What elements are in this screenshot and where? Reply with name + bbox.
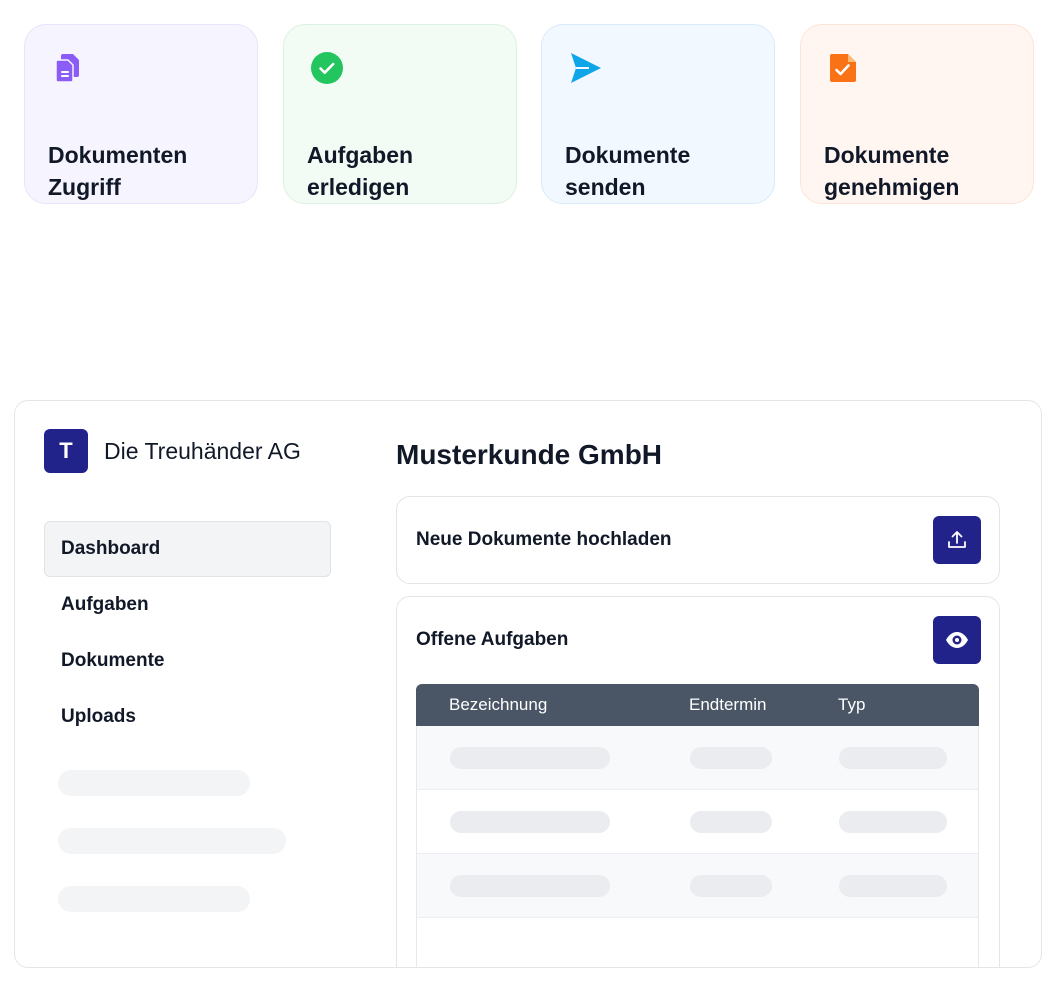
- view-tasks-button[interactable]: [933, 616, 981, 664]
- table-header: Bezeichnung Endtermin Typ: [416, 684, 979, 726]
- document-check-icon: [830, 54, 856, 82]
- feature-card-send-documents[interactable]: Dokumente senden: [541, 24, 775, 204]
- feature-card-approve-documents[interactable]: Dokumente genehmigen: [800, 24, 1034, 204]
- brand: T Die Treuhänder AG: [44, 429, 301, 473]
- feature-card-complete-tasks[interactable]: Aufgaben erledigen: [283, 24, 517, 204]
- feature-card-document-access[interactable]: Dokumenten Zugriff: [24, 24, 258, 204]
- documents-icon: [55, 54, 79, 83]
- sidebar-item-dashboard[interactable]: Dashboard: [44, 521, 331, 577]
- cell-placeholder: [450, 747, 610, 769]
- feature-label: Aufgaben erledigen: [307, 142, 414, 200]
- upload-button[interactable]: [933, 516, 981, 564]
- feature-label: Dokumente genehmigen: [824, 142, 960, 200]
- column-header-endtermin[interactable]: Endtermin: [689, 695, 766, 715]
- cell-placeholder: [839, 875, 947, 897]
- upload-icon: [948, 531, 966, 548]
- sidebar-item-dokumente[interactable]: Dokumente: [44, 633, 331, 689]
- check-circle-icon: [311, 52, 343, 84]
- feature-label: Dokumenten Zugriff: [48, 142, 188, 200]
- upload-panel-title: Neue Dokumente hochladen: [416, 529, 672, 550]
- send-icon: [571, 53, 601, 83]
- table-row[interactable]: [416, 726, 979, 790]
- brand-logo: T: [44, 429, 88, 473]
- sidebar-nav: Dashboard Aufgaben Dokumente Uploads: [44, 521, 331, 745]
- tasks-panel: Offene Aufgaben Bezeichnung Endtermin Ty…: [396, 596, 1000, 967]
- cell-placeholder: [690, 875, 772, 897]
- cell-placeholder: [690, 747, 772, 769]
- page-title: Musterkunde GmbH: [396, 439, 663, 470]
- sidebar-item-uploads[interactable]: Uploads: [44, 689, 331, 745]
- table-row[interactable]: [416, 790, 979, 854]
- column-header-bezeichnung[interactable]: Bezeichnung: [449, 695, 547, 715]
- cell-placeholder: [450, 875, 610, 897]
- cell-placeholder: [839, 811, 947, 833]
- eye-icon: [946, 632, 968, 648]
- table-row[interactable]: [416, 854, 979, 918]
- cell-placeholder: [839, 747, 947, 769]
- sidebar-placeholder: [58, 828, 286, 854]
- column-header-typ[interactable]: Typ: [838, 695, 865, 715]
- feature-label: Dokumente senden: [565, 142, 691, 200]
- sidebar-item-aufgaben[interactable]: Aufgaben: [44, 577, 331, 633]
- cell-placeholder: [450, 811, 610, 833]
- sidebar-placeholder: [58, 770, 250, 796]
- app-window: T Die Treuhänder AG Dashboard Aufgaben D…: [14, 400, 1042, 968]
- tasks-table: Bezeichnung Endtermin Typ: [416, 684, 979, 967]
- tasks-panel-title: Offene Aufgaben: [416, 629, 569, 650]
- cell-placeholder: [690, 811, 772, 833]
- upload-panel: Neue Dokumente hochladen: [396, 496, 1000, 584]
- table-row[interactable]: [416, 918, 979, 967]
- brand-name: Die Treuhänder AG: [104, 437, 301, 464]
- sidebar-placeholder: [58, 886, 250, 912]
